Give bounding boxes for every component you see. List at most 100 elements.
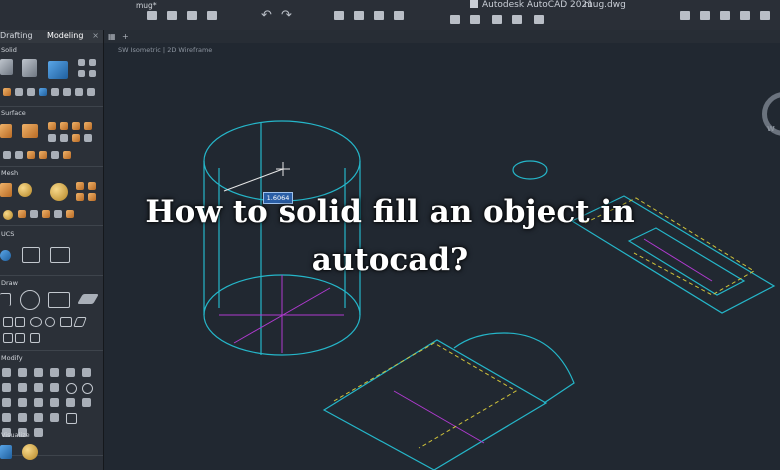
layers-icon[interactable]: [470, 15, 480, 24]
modify-tool-14-icon[interactable]: [18, 398, 27, 407]
open-file-icon[interactable]: [167, 11, 177, 20]
solid-edit-3-icon[interactable]: [27, 88, 35, 96]
solid-edit-8-icon[interactable]: [87, 88, 95, 96]
circle-icon[interactable]: [20, 290, 40, 310]
draw-tool-8-icon[interactable]: [15, 333, 25, 343]
plot-preview-icon[interactable]: [354, 11, 364, 20]
blocks-icon[interactable]: [534, 15, 544, 24]
solid-tool-2-icon[interactable]: [89, 59, 96, 66]
mesh-edit-1-icon[interactable]: [3, 210, 13, 220]
modify-tool-21-icon[interactable]: [34, 413, 43, 422]
mesh-sphere-icon[interactable]: [18, 183, 32, 197]
surface-edit-4-icon[interactable]: [39, 151, 47, 159]
surface-loft-icon[interactable]: [0, 124, 12, 138]
surface-tool-4-icon[interactable]: [84, 122, 92, 130]
undo-icon[interactable]: ↶: [261, 9, 272, 22]
modify-tool-7-icon[interactable]: [2, 383, 11, 392]
surface-tool-6-icon[interactable]: [60, 134, 68, 142]
surface-tool-8-icon[interactable]: [84, 134, 92, 142]
tab-modeling[interactable]: Modeling: [47, 31, 83, 40]
surface-tool-1-icon[interactable]: [48, 122, 56, 130]
surface-edit-5-icon[interactable]: [51, 151, 59, 159]
modify-tool-8-icon[interactable]: [18, 383, 27, 392]
mesh-torus-icon[interactable]: [50, 183, 68, 201]
surface-tool-5-icon[interactable]: [48, 134, 56, 142]
draw-tool-3-icon[interactable]: [30, 317, 42, 327]
layer-state-icon[interactable]: [700, 11, 710, 20]
surface-tool-3-icon[interactable]: [72, 122, 80, 130]
hatch-icon[interactable]: [77, 294, 99, 304]
new-file-icon[interactable]: [147, 11, 157, 20]
modify-tool-18-icon[interactable]: [82, 398, 91, 407]
polyline-icon[interactable]: [0, 293, 11, 306]
modify-tool-23-icon[interactable]: [66, 413, 77, 424]
solid-edit-5-icon[interactable]: [51, 88, 59, 96]
mesh-box-icon[interactable]: [0, 183, 12, 197]
modify-tool-10-icon[interactable]: [50, 383, 59, 392]
mesh-edit-6-icon[interactable]: [66, 210, 74, 218]
solid-edit-2-icon[interactable]: [15, 88, 23, 96]
mesh-tool-4-icon[interactable]: [88, 193, 96, 201]
pan-icon[interactable]: [492, 15, 502, 24]
visualize-light-icon[interactable]: [22, 444, 38, 460]
modify-tool-15-icon[interactable]: [34, 398, 43, 407]
zoom-icon[interactable]: [512, 15, 522, 24]
save-as-icon[interactable]: [207, 11, 217, 20]
surface-edit-3-icon[interactable]: [27, 151, 35, 159]
ucs-origin-icon[interactable]: [22, 247, 40, 263]
solid-edit-7-icon[interactable]: [75, 88, 83, 96]
modify-tool-26-icon[interactable]: [34, 428, 43, 437]
draw-tool-1-icon[interactable]: [3, 317, 13, 327]
rectangle-icon[interactable]: [48, 292, 70, 308]
modify-tool-2-icon[interactable]: [18, 368, 27, 377]
plot-icon[interactable]: [334, 11, 344, 20]
surface-tool-2-icon[interactable]: [60, 122, 68, 130]
draw-tool-5-icon[interactable]: [60, 317, 72, 327]
modify-tool-9-icon[interactable]: [34, 383, 43, 392]
mesh-edit-2-icon[interactable]: [18, 210, 26, 218]
modify-tool-19-icon[interactable]: [2, 413, 11, 422]
visualize-shading-icon[interactable]: [0, 445, 12, 459]
ucs-world-icon[interactable]: [0, 250, 11, 261]
modify-tool-13-icon[interactable]: [2, 398, 11, 407]
modify-tool-6-icon[interactable]: [82, 368, 91, 377]
draw-tool-6-icon[interactable]: [73, 317, 87, 327]
layer-isolate-icon[interactable]: [760, 11, 770, 20]
modify-tool-17-icon[interactable]: [66, 398, 75, 407]
solid-tool-1-icon[interactable]: [78, 59, 85, 66]
match-layer-icon[interactable]: [720, 11, 730, 20]
properties-icon[interactable]: [450, 15, 460, 24]
navcube-west-label[interactable]: W: [767, 125, 775, 133]
cylinder-icon[interactable]: [22, 59, 37, 77]
modify-tool-1-icon[interactable]: [2, 368, 11, 377]
layer-walk-icon[interactable]: [740, 11, 750, 20]
modify-tool-4-icon[interactable]: [50, 368, 59, 377]
surface-edit-6-icon[interactable]: [63, 151, 71, 159]
redo-icon[interactable]: ↷: [281, 9, 292, 22]
grid-menu-icon[interactable]: ▦: [108, 32, 116, 41]
save-icon[interactable]: [187, 11, 197, 20]
surface-edit-2-icon[interactable]: [15, 151, 23, 159]
modify-tool-5-icon[interactable]: [66, 368, 75, 377]
tab-drafting[interactable]: Drafting: [0, 31, 33, 40]
surface-tool-7-icon[interactable]: [72, 134, 80, 142]
solid-tool-3-icon[interactable]: [78, 70, 85, 77]
sheet-set-icon[interactable]: [394, 11, 404, 20]
box-icon[interactable]: [0, 59, 13, 75]
modify-tool-16-icon[interactable]: [50, 398, 59, 407]
modify-tool-3-icon[interactable]: [34, 368, 43, 377]
extrude-icon[interactable]: [48, 61, 68, 79]
mesh-edit-5-icon[interactable]: [54, 210, 62, 218]
mesh-tool-2-icon[interactable]: [88, 182, 96, 190]
layer-properties-icon[interactable]: [680, 11, 690, 20]
surface-network-icon[interactable]: [22, 124, 38, 138]
tab-mug[interactable]: mug*: [136, 1, 157, 10]
draw-tool-7-icon[interactable]: [3, 333, 13, 343]
modify-tool-22-icon[interactable]: [50, 413, 59, 422]
draw-tool-9-icon[interactable]: [30, 333, 40, 343]
solid-edit-1-icon[interactable]: [3, 88, 11, 96]
mesh-tool-1-icon[interactable]: [76, 182, 84, 190]
modify-tool-12-icon[interactable]: [82, 383, 93, 394]
solid-tool-4-icon[interactable]: [89, 70, 96, 77]
mesh-edit-3-icon[interactable]: [30, 210, 38, 218]
